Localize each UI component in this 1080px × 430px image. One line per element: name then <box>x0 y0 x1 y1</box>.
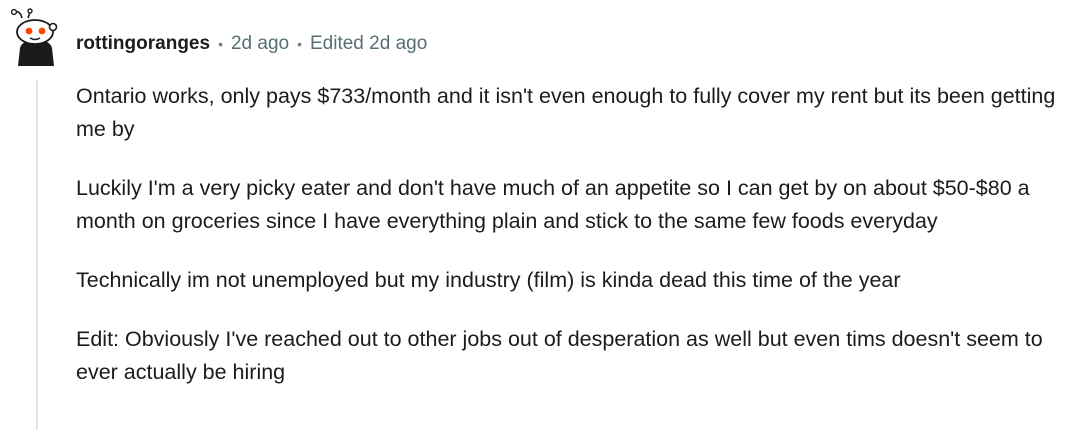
username-link[interactable]: rottingoranges <box>76 33 210 55</box>
comment-paragraph: Ontario works, only pays $733/month and … <box>76 84 1056 141</box>
posted-time[interactable]: 2d ago <box>231 33 289 55</box>
comment-paragraph: Edit: Obviously I've reached out to othe… <box>76 327 1043 384</box>
comment-meta: rottingoranges • 2d ago • Edited 2d ago <box>76 30 427 58</box>
comment-paragraph: Technically im not unemployed but my ind… <box>76 268 901 292</box>
comment-paragraph: Luckily I'm a very picky eater and don't… <box>76 176 1030 233</box>
thread-line[interactable] <box>36 80 38 430</box>
comment-body: Ontario works, only pays $733/month and … <box>76 80 1066 389</box>
comment: rottingoranges • 2d ago • Edited 2d ago … <box>0 0 1080 430</box>
meta-separator: • <box>297 36 302 52</box>
edited-time: Edited 2d ago <box>310 33 428 54</box>
reddit-snoo-avatar-icon <box>10 8 58 66</box>
meta-separator: • <box>218 36 223 52</box>
user-avatar[interactable] <box>8 8 64 68</box>
